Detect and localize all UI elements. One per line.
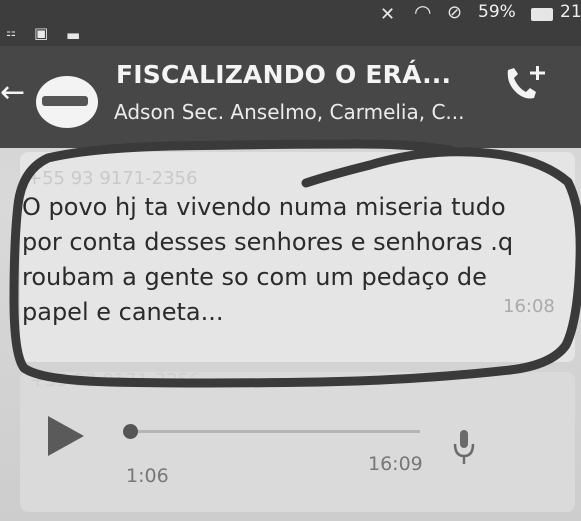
play-icon[interactable] (48, 416, 84, 456)
add-call-icon[interactable] (500, 62, 550, 102)
audio-time: 16:09 (368, 453, 423, 475)
mute-icon: ✕ (380, 4, 396, 25)
status-bar: ⚏ ▣ ▬ ✕ ◠ ⊘ 59% 21 (0, 0, 581, 46)
audio-progress-knob[interactable] (123, 424, 138, 439)
audio-duration: 1:06 (126, 465, 169, 487)
avatar-logo (42, 96, 88, 106)
image-notification-icon: ▣ (34, 24, 49, 42)
folder-icon: ▬ (66, 26, 81, 44)
audio-message-bubble (20, 372, 575, 512)
battery-icon (531, 8, 553, 21)
microphone-icon (453, 430, 475, 464)
message-text: O povo hj ta vivendo numa miseria tudo p… (22, 193, 514, 326)
back-arrow-icon[interactable]: ← (0, 78, 25, 108)
chat-screen: ⚏ ▣ ▬ ✕ ◠ ⊘ 59% 21 ← FISCALIZANDO O ERÁ.… (0, 0, 581, 521)
battery-percent: 59% (478, 2, 516, 22)
chat-participants[interactable]: Adson Sec. Anselmo, Carmelia, C... (114, 100, 465, 124)
message-sender[interactable]: +55 93 9171-2356 (27, 168, 197, 189)
chat-title[interactable]: FISCALIZANDO O ERÁ... (116, 60, 451, 89)
audio-progress-track[interactable] (130, 430, 420, 433)
group-avatar[interactable] (36, 76, 98, 128)
do-not-disturb-icon: ⊘ (447, 2, 463, 23)
message-time: 16:08 (503, 296, 555, 317)
notification-icon: ⚏ (6, 26, 16, 39)
wifi-icon: ◠ (414, 0, 432, 24)
audio-message-sender: +55 93 9171-2356 (30, 370, 201, 391)
status-clock: 21 (560, 2, 581, 22)
